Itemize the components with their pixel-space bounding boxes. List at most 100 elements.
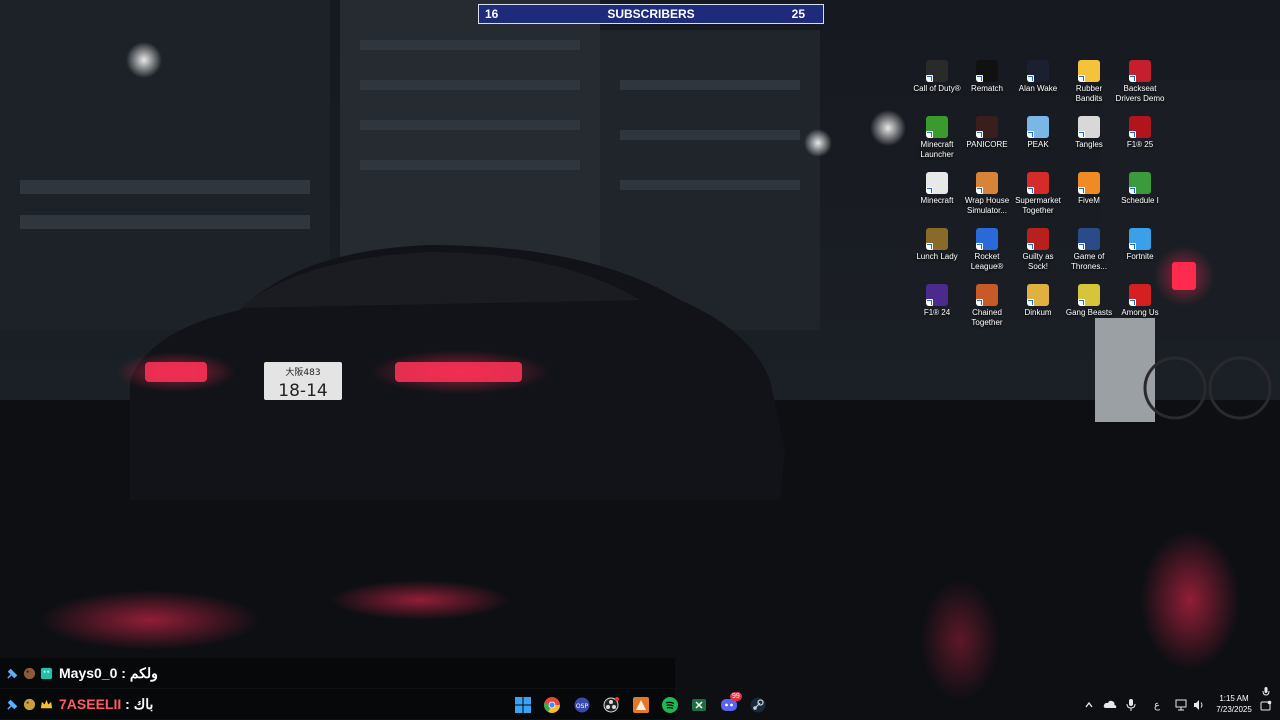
subscriber-target-count: 25 — [791, 7, 805, 21]
guilty-sock-icon — [1027, 228, 1049, 250]
desktop-shortcut-tangles[interactable]: Tangles — [1064, 116, 1114, 150]
fortnite-icon — [1129, 228, 1151, 250]
subscriber-goal-bar: 16 SUBSCRIBERS 25 — [478, 4, 824, 24]
desktop-shortcut-label: F1® 24 — [923, 308, 951, 317]
desktop-shortcut-label: PEAK — [1027, 140, 1049, 149]
shortcut-arrow-icon — [976, 243, 983, 250]
lunch-lady-icon — [926, 228, 948, 250]
desktop-shortcut-label: Chained Together — [971, 308, 1003, 327]
desktop-shortcut-label: Minecraft — [920, 196, 954, 205]
shortcut-arrow-icon — [1078, 187, 1085, 194]
cloud-sync-icon — [1103, 700, 1117, 708]
desktop-shortcut-rocket-league[interactable]: Rocket League® — [962, 228, 1012, 272]
taskbar-clock[interactable]: 1:15 AM 7/23/2025 — [1210, 693, 1258, 715]
desktop-shortcut-label: Dinkum — [1024, 308, 1052, 317]
unreal-icon — [976, 60, 998, 82]
blender-icon — [633, 697, 649, 713]
desktop-shortcut-schedule-i[interactable]: Schedule I — [1115, 172, 1165, 206]
desktop-shortcut-panicore[interactable]: PANICORE — [962, 116, 1012, 150]
desktop-shortcut-among-us[interactable]: Among Us — [1115, 284, 1165, 318]
desktop-shortcut-label: Rocket League® — [970, 252, 1004, 271]
desktop-shortcut-f1-25[interactable]: F1® 25 — [1115, 116, 1165, 150]
desktop-shortcut-label: Among Us — [1121, 308, 1159, 317]
desktop-shortcut-gang-beasts[interactable]: Gang Beasts — [1064, 284, 1114, 318]
obs-studio-icon — [603, 697, 619, 713]
shortcut-arrow-icon — [1027, 299, 1034, 306]
desktop-shortcut-label: Lunch Lady — [916, 252, 958, 261]
taskbar-excel[interactable] — [689, 695, 709, 715]
desktop-shortcut-file[interactable]: Minecraft — [912, 172, 962, 206]
desktop-shortcut-game-of-thrones[interactable]: Game of Thrones... — [1064, 228, 1114, 272]
chat-separator: : — [117, 665, 130, 681]
dinkum-icon — [1027, 284, 1049, 306]
subscriber-label: SUBSCRIBERS — [607, 7, 695, 21]
tray-volume[interactable] — [1192, 697, 1206, 713]
taskbar-spotify[interactable] — [660, 695, 680, 715]
shortcut-arrow-icon — [976, 299, 983, 306]
minecraft-icon — [926, 116, 948, 138]
peak-icon — [1027, 116, 1049, 138]
chained-together-icon — [976, 284, 998, 306]
desktop-shortcut-lunch-lady[interactable]: Lunch Lady — [912, 228, 962, 262]
taskbar-obs-studio[interactable] — [601, 695, 621, 715]
svg-text:18-14: 18-14 — [278, 381, 327, 401]
desktop-shortcut-backseat-drivers[interactable]: Backseat Drivers Demo — [1115, 60, 1165, 104]
desktop-shortcut-wrap-house[interactable]: Wrap House Simulator... — [962, 172, 1012, 216]
tray-overflow-button[interactable] — [1082, 697, 1096, 713]
desktop-shortcut-label: Guilty as Sock! — [1022, 252, 1054, 271]
chat-username: Mays0_0 — [59, 665, 118, 681]
taskbar-discord[interactable]: 99 — [719, 692, 742, 715]
desktop-shortcut-chained-together[interactable]: Chained Together — [962, 284, 1012, 328]
desktop-shortcut-label: Wrap House Simulator... — [964, 196, 1010, 215]
discord-notification-badge: 99 — [730, 692, 742, 701]
supermarket-icon — [1027, 172, 1049, 194]
spotify-icon — [662, 697, 678, 713]
pin-badge-icon — [7, 668, 18, 679]
desktop-shortcut-label: PANICORE — [966, 140, 1008, 149]
shortcut-arrow-icon — [976, 75, 983, 82]
desktop-shortcut-peak[interactable]: PEAK — [1013, 116, 1063, 150]
desktop-shortcut-fortnite[interactable]: Fortnite — [1115, 228, 1165, 262]
tray-network[interactable] — [1174, 697, 1188, 713]
desktop-shortcut-alan-wake[interactable]: Alan Wake — [1013, 60, 1063, 94]
shortcut-arrow-icon — [1027, 187, 1034, 194]
microphone-small-icon — [1262, 686, 1270, 696]
chat-text: ولكم — [129, 664, 158, 681]
taskbar-chrome[interactable] — [542, 695, 562, 715]
microphone-icon — [1126, 699, 1136, 711]
shortcut-arrow-icon — [1129, 243, 1136, 250]
backseat-drivers-icon — [1129, 60, 1151, 82]
clock-time: 1:15 AM — [1219, 694, 1249, 703]
desktop-shortcut-f1-24[interactable]: F1® 24 — [912, 284, 962, 318]
desktop-shortcut-label: Gang Beasts — [1065, 308, 1113, 317]
svg-text:大阪483: 大阪483 — [285, 366, 320, 378]
desktop-shortcut-call-of-duty[interactable]: Call of Duty® — [912, 60, 962, 94]
start-button[interactable] — [513, 695, 533, 715]
tray-notifications[interactable] — [1258, 684, 1274, 714]
shortcut-arrow-icon — [1129, 299, 1136, 306]
desktop-shortcut-supermarket[interactable]: Supermarket Together — [1013, 172, 1063, 216]
bot-badge-icon — [40, 667, 53, 679]
tray-microphone[interactable] — [1124, 697, 1138, 713]
fivem-icon — [1078, 172, 1100, 194]
network-icon — [1175, 699, 1187, 711]
desktop-shortcut-label: Schedule I — [1121, 196, 1159, 205]
schedule-i-icon — [1129, 172, 1151, 194]
desktop-shortcut-minecraft[interactable]: Minecraft Launcher — [912, 116, 962, 160]
taskbar-steam[interactable] — [748, 695, 768, 715]
alan-wake-icon — [1027, 60, 1049, 82]
desktop-shortcut-label: Fortnite — [1126, 252, 1154, 261]
desktop-shortcut-dinkum[interactable]: Dinkum — [1013, 284, 1063, 318]
desktop-shortcut-unreal[interactable]: Rematch — [962, 60, 1012, 94]
taskbar-obs[interactable]: OSP — [572, 695, 592, 715]
taskbar-blender[interactable] — [631, 695, 651, 715]
desktop-shortcut-fivem[interactable]: FiveM — [1064, 172, 1114, 206]
desktop-shortcut-label: Backseat Drivers Demo — [1115, 84, 1165, 103]
desktop-shortcut-guilty-sock[interactable]: Guilty as Sock! — [1013, 228, 1063, 272]
tray-onedrive[interactable] — [1102, 697, 1118, 713]
desktop-shortcut-label: Rubber Bandits — [1075, 84, 1103, 103]
desktop-shortcut-label: Game of Thrones... — [1070, 252, 1107, 271]
among-us-icon — [1129, 284, 1151, 306]
tray-language[interactable]: ع — [1150, 697, 1164, 713]
desktop-shortcut-rubber-bandits[interactable]: Rubber Bandits — [1064, 60, 1114, 104]
